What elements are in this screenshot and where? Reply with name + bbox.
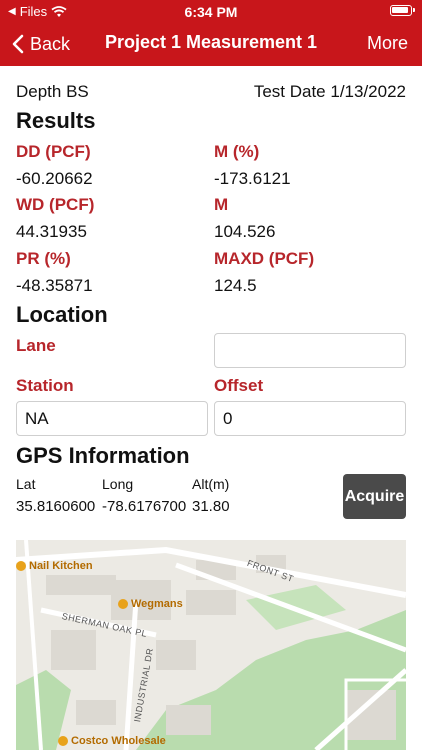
result-value-wd: 44.31935: [16, 222, 87, 241]
alt-label: Alt(m): [192, 476, 230, 492]
station-input[interactable]: [16, 401, 208, 436]
acquire-button[interactable]: Acquire: [343, 474, 406, 519]
lane-label: Lane: [16, 336, 56, 355]
back-button[interactable]: Back: [12, 30, 70, 58]
status-bar: ◀ Files 6:34 PM: [0, 0, 422, 22]
result-value-pr: -48.35871: [16, 276, 93, 295]
poi-costco[interactable]: Costco Wholesale: [58, 735, 166, 747]
test-date: Test Date 1/13/2022: [253, 82, 406, 101]
measurement-info: Depth BS Test Date 1/13/2022: [16, 82, 406, 102]
result-label-pr: PR (%): [16, 249, 71, 268]
lane-input[interactable]: [214, 333, 406, 368]
location-heading: Location: [16, 302, 108, 327]
lat-label: Lat: [16, 476, 36, 492]
result-label-dd: DD (PCF): [16, 142, 91, 161]
poi-nail-kitchen[interactable]: Nail Kitchen: [16, 560, 93, 572]
nav-header: ◀ Files 6:34 PM Back Project 1 Measureme…: [0, 0, 422, 66]
result-label-maxd: MAXD (PCF): [214, 249, 315, 268]
long-value: -78.6176700: [102, 498, 187, 515]
status-time: 6:34 PM: [184, 4, 238, 20]
result-value-m: 104.526: [214, 222, 276, 241]
gps-heading: GPS Information: [16, 443, 190, 468]
alt-value: 31.80: [192, 498, 230, 515]
poi-wegmans-label: Wegmans: [131, 598, 183, 610]
lat-value: 35.8160600: [16, 498, 96, 515]
result-label-wd: WD (PCF): [16, 195, 95, 214]
result-label-m: M: [214, 195, 229, 214]
map-pin-icon: [16, 561, 26, 571]
long-label: Long: [102, 476, 134, 492]
more-button[interactable]: More: [367, 33, 408, 54]
cart-icon: [58, 736, 68, 746]
location-map[interactable]: Nail Kitchen Wegmans Costco Wholesale FR…: [16, 540, 406, 750]
offset-label: Offset: [214, 376, 264, 395]
battery-icon: [390, 5, 415, 16]
offset-input[interactable]: [214, 401, 406, 436]
poi-wegmans[interactable]: Wegmans: [118, 598, 183, 610]
cart-icon: [118, 599, 128, 609]
result-value-maxd: 124.5: [214, 276, 257, 295]
results-heading: Results: [16, 108, 96, 133]
station-label: Station: [16, 376, 74, 395]
result-value-m-percent: -173.6121: [214, 169, 291, 188]
chevron-left-icon: [12, 34, 24, 54]
depth-label: Depth BS: [16, 82, 89, 101]
poi-nail-label: Nail Kitchen: [29, 560, 93, 572]
result-value-dd: -60.20662: [16, 169, 93, 188]
back-label: Back: [30, 33, 71, 54]
poi-costco-label: Costco Wholesale: [71, 735, 166, 747]
result-label-m-percent: M (%): [214, 142, 260, 161]
